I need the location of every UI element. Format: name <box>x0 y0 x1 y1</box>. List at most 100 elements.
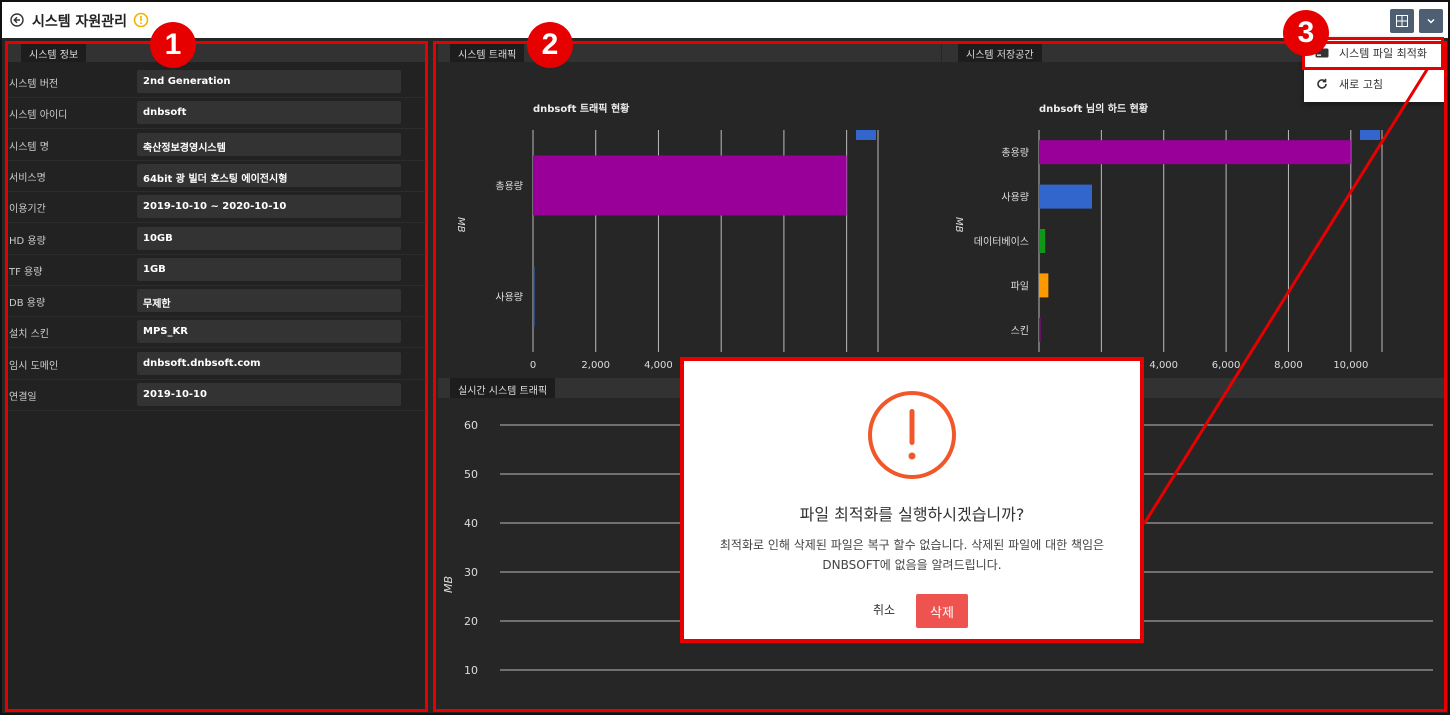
category-label: 파일 <box>1011 280 1029 292</box>
info-value: 2019-10-10 ~ 2020-10-10 <box>137 195 401 219</box>
x-tick-label: 10,000 <box>1333 360 1368 371</box>
info-row: 임시 도메인 dnbsoft.dnbsoft.com <box>6 349 427 380</box>
info-value: 무제한 <box>137 289 401 313</box>
y-tick-label: 40 <box>464 517 478 530</box>
info-label: 시스템 버전 <box>9 79 59 90</box>
info-value: 10GB <box>137 226 401 250</box>
info-row: 시스템 명 축산정보경영시스템 <box>6 130 427 161</box>
annotation-badge-1: 1 <box>150 22 196 68</box>
x-tick-label: 4,000 <box>1149 360 1178 371</box>
info-row: 연결일 2019-10-10 <box>6 380 427 411</box>
y-tick-label: 30 <box>464 566 478 579</box>
chart-title: dnbsoft 트래픽 현황 <box>533 102 630 115</box>
info-value: 64bit 광 빌더 호스팅 에이전시형 <box>137 163 401 187</box>
refresh-icon <box>1315 77 1329 91</box>
info-label: 설치 스킨 <box>9 329 49 341</box>
info-label: 연결일 <box>9 392 37 403</box>
y-axis-unit: MB <box>455 217 466 233</box>
info-value: 2nd Generation <box>137 70 401 93</box>
info-label: HD 용량 <box>9 235 46 247</box>
bar <box>1039 184 1093 209</box>
category-label: 사용량 <box>495 292 523 304</box>
back-arrow-icon[interactable] <box>10 13 24 27</box>
bar <box>1039 140 1351 165</box>
info-row: TF 용량 1GB <box>6 255 427 286</box>
annotation-badge-2: 2 <box>527 22 573 68</box>
bar <box>1039 317 1041 342</box>
y-tick-label: 10 <box>464 664 478 677</box>
y-axis-unit: MB <box>442 576 455 593</box>
category-label: 스킨 <box>1011 325 1029 337</box>
tab-system-traffic[interactable]: 시스템 트래픽 <box>450 42 525 62</box>
top-bar: 시스템 자원관리 <box>2 2 1448 38</box>
tab-system-info[interactable]: 시스템 정보 <box>21 42 87 62</box>
traffic-bar-chart: 02,0004,0006,0008,00010,000dnbsoft 트래픽 현… <box>455 102 879 371</box>
confirm-dialog: 파일 최적화를 실행하시겠습니까? 최적화로 인해 삭제된 파일은 복구 할수 … <box>680 357 1144 643</box>
category-label: 총용량 <box>1001 147 1029 159</box>
info-label: 시스템 아이디 <box>9 110 68 122</box>
dropdown-button[interactable] <box>1419 9 1443 33</box>
app-window: 시스템 자원관리 시스템 정보 시스템 버전 2nd Generation 시스… <box>0 0 1450 715</box>
category-label: 사용량 <box>1001 192 1029 204</box>
x-tick-label: 2,000 <box>581 360 610 371</box>
info-row: HD 용량 10GB <box>6 224 427 255</box>
chevron-down-icon <box>1427 18 1435 24</box>
bar <box>1039 273 1049 298</box>
system-info-panel: 시스템 정보 시스템 버전 2nd Generation 시스템 아이디 dnbsof… <box>6 42 427 710</box>
storage-bar-chart: 02,0004,0006,0008,00010,000dnbsoft 님의 하드… <box>953 102 1383 371</box>
legend-swatch <box>856 130 876 140</box>
info-label: TF 용량 <box>9 266 43 278</box>
info-label: DB 용량 <box>9 298 46 310</box>
exclamation-icon <box>868 391 956 479</box>
menu-item-label: 새로 고침 <box>1339 78 1383 91</box>
info-value: MPS_KR <box>137 320 401 344</box>
y-tick-label: 20 <box>464 615 478 628</box>
grid-view-button[interactable] <box>1390 9 1414 33</box>
bar <box>533 266 535 327</box>
y-tick-label: 50 <box>464 468 478 481</box>
x-tick-label: 4,000 <box>644 360 673 371</box>
annotation-badge-3: 3 <box>1283 10 1329 56</box>
info-value: 1GB <box>137 257 401 281</box>
menu-item-label: 시스템 파일 최적화 <box>1339 47 1427 60</box>
traffic-panel-tabbar: 시스템 트래픽 <box>438 42 941 62</box>
info-label: 이용기간 <box>9 204 46 216</box>
info-label: 서비스명 <box>9 172 46 184</box>
info-row: DB 용량 무제한 <box>6 286 427 318</box>
info-value: dnbsoft <box>137 101 401 125</box>
warning-icon <box>133 12 149 28</box>
info-row: 서비스명 64bit 광 빌더 호스팅 에이전시형 <box>6 161 427 192</box>
info-label: 임시 도메인 <box>9 360 59 372</box>
menu-item-refresh[interactable]: 새로 고침 <box>1304 69 1444 99</box>
x-tick-label: 8,000 <box>1274 360 1303 371</box>
info-label: 시스템 명 <box>9 141 49 153</box>
dialog-message: 최적화로 인해 삭제된 파일은 복구 할수 없습니다. 삭제된 파일에 대한 책… <box>719 538 1105 572</box>
category-label: 데이터베이스 <box>974 236 1029 248</box>
info-value: dnbsoft.dnbsoft.com <box>137 351 401 375</box>
info-panel-tabbar: 시스템 정보 <box>6 42 427 62</box>
info-row: 설치 스킨 MPS_KR <box>6 317 427 349</box>
legend-swatch <box>1360 130 1380 140</box>
y-tick-label: 60 <box>464 419 478 432</box>
delete-button[interactable]: 삭제 <box>916 594 968 628</box>
y-axis-unit: MB <box>953 217 964 233</box>
info-value: 2019-10-10 <box>137 383 401 406</box>
dropdown-menu: 시스템 파일 최적화 새로 고침 <box>1304 38 1444 102</box>
tab-system-storage[interactable]: 시스템 저장공간 <box>958 42 1042 62</box>
traffic-panel: 시스템 트래픽 02,0004,0006,0008,00010,000dnbso… <box>438 42 941 377</box>
page-title: 시스템 자원관리 <box>32 14 128 30</box>
chart-title: dnbsoft 님의 하드 현황 <box>1039 102 1149 115</box>
info-row: 이용기간 2019-10-10 ~ 2020-10-10 <box>6 192 427 224</box>
tab-realtime-traffic[interactable]: 실시간 시스템 트래픽 <box>450 378 556 398</box>
info-row: 시스템 아이디 dnbsoft <box>6 98 427 130</box>
cancel-button[interactable]: 취소 <box>864 594 904 624</box>
bar <box>1039 229 1046 253</box>
x-tick-label: 6,000 <box>1212 360 1241 371</box>
dialog-title: 파일 최적화를 실행하시겠습니까? <box>799 505 1025 524</box>
info-row: 시스템 버전 2nd Generation <box>6 67 427 98</box>
bar <box>533 155 847 216</box>
grid-icon <box>1396 15 1408 27</box>
x-tick-label: 0 <box>530 360 536 371</box>
info-value: 축산정보경영시스템 <box>137 132 401 156</box>
category-label: 총용량 <box>495 181 523 193</box>
